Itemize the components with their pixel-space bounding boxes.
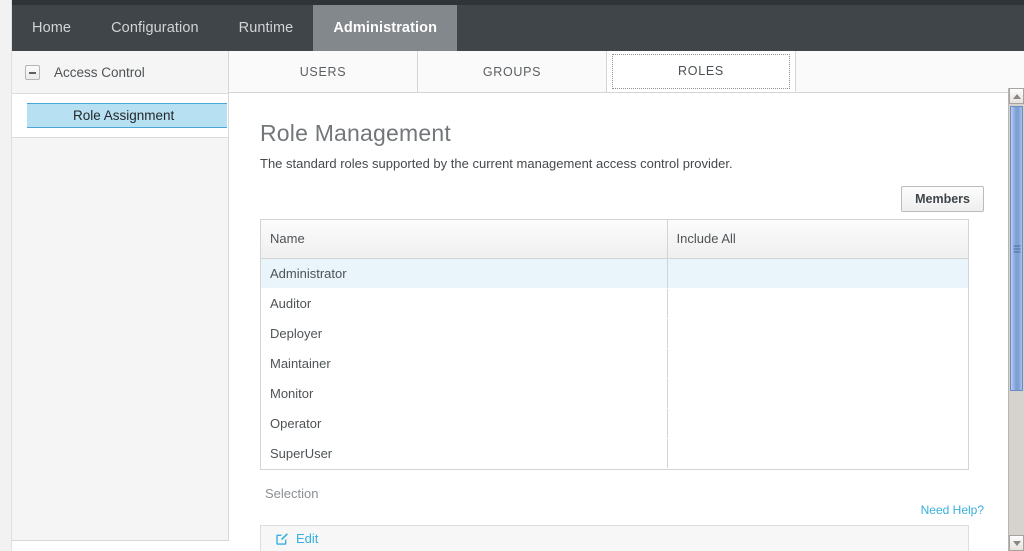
minus-box-icon[interactable]: [25, 64, 40, 80]
pencil-square-icon: [276, 532, 288, 545]
cell-include-all: [667, 438, 968, 469]
tab-label: ROLES: [678, 64, 724, 78]
selection-label: Selection: [265, 486, 319, 501]
nav-item-configuration[interactable]: Configuration: [91, 5, 219, 51]
tab-label: GROUPS: [482, 64, 542, 79]
nav-item-label: Administration: [333, 20, 438, 36]
vertical-scrollbar[interactable]: [1008, 88, 1024, 551]
tab-roles[interactable]: ROLES: [607, 51, 796, 92]
roles-table-head: Name Include All: [261, 220, 968, 259]
scrollbar-grip-icon: [1013, 243, 1020, 254]
need-help-link[interactable]: Need Help?: [921, 503, 984, 517]
edit-button[interactable]: Edit: [275, 531, 318, 546]
nav-item-runtime[interactable]: Runtime: [219, 5, 314, 51]
cell-role-name: Maintainer: [261, 348, 668, 379]
roles-table-body: Administrator Auditor Deployer Maintaine…: [261, 258, 968, 469]
table-row[interactable]: Deployer: [261, 318, 968, 349]
members-button[interactable]: Members: [901, 186, 984, 212]
cell-include-all: [667, 288, 968, 319]
table-row[interactable]: Operator: [261, 408, 968, 439]
cell-include-all: [667, 408, 968, 439]
cell-role-name: Operator: [261, 408, 668, 439]
page-title: Role Management: [260, 120, 451, 146]
column-header-include-all[interactable]: Include All: [667, 220, 968, 259]
cell-role-name: Administrator: [261, 258, 668, 289]
page-description: The standard roles supported by the curr…: [260, 156, 733, 171]
sidebar-item-label: Role Assignment: [73, 108, 175, 123]
members-button-label: Members: [915, 192, 970, 206]
management-console-page: Home Configuration Runtime Administratio…: [0, 0, 1024, 551]
cell-role-name: SuperUser: [261, 438, 668, 469]
table-row[interactable]: Auditor: [261, 288, 968, 319]
tab-groups[interactable]: GROUPS: [418, 51, 607, 92]
table-row[interactable]: Monitor: [261, 378, 968, 409]
cell-include-all: [667, 318, 968, 349]
scrollbar-thumb[interactable]: [1010, 106, 1023, 391]
tab-label: USERS: [299, 64, 347, 79]
cell-include-all: [667, 258, 968, 289]
nav-item-administration[interactable]: Administration: [313, 5, 458, 51]
edit-toolbar: Edit: [260, 525, 969, 551]
chevron-down-icon: [1012, 540, 1021, 546]
cell-role-name: Monitor: [261, 378, 668, 409]
sidebar-item-list: Role Assignment: [12, 94, 228, 138]
cell-include-all: [667, 378, 968, 409]
nav-item-home[interactable]: Home: [12, 5, 91, 51]
table-header-row: Name Include All: [261, 220, 968, 259]
tab-users[interactable]: USERS: [229, 51, 418, 92]
roles-table: Name Include All Administrator Auditor D…: [261, 220, 968, 469]
roles-table-container: Name Include All Administrator Auditor D…: [260, 219, 969, 470]
table-row[interactable]: Maintainer: [261, 348, 968, 379]
cell-include-all: [667, 348, 968, 379]
tab-bar-filler: [796, 51, 1024, 92]
table-row[interactable]: Administrator: [261, 258, 968, 289]
scroll-up-button[interactable]: [1009, 88, 1024, 104]
nav-item-label: Runtime: [238, 20, 294, 36]
table-row[interactable]: SuperUser: [261, 438, 968, 469]
nav-item-label: Configuration: [111, 20, 199, 36]
tab-bar: USERS GROUPS ROLES: [229, 51, 1024, 93]
main-nav: Home Configuration Runtime Administratio…: [12, 5, 458, 51]
sidebar: Access Control Role Assignment: [12, 51, 229, 541]
need-help-label: Need Help?: [920, 503, 984, 517]
sidebar-section-label: Access Control: [54, 64, 145, 80]
chevron-up-icon: [1012, 93, 1021, 99]
cell-role-name: Auditor: [261, 288, 668, 319]
nav-item-label: Home: [32, 20, 72, 36]
main-content: Role Management The standard roles suppo…: [229, 93, 1024, 551]
left-gutter: [0, 0, 12, 551]
cell-role-name: Deployer: [261, 318, 668, 349]
sidebar-item-role-assignment[interactable]: Role Assignment: [27, 103, 227, 128]
column-header-name[interactable]: Name: [261, 220, 668, 259]
edit-button-label: Edit: [296, 531, 319, 546]
scroll-down-button[interactable]: [1009, 535, 1024, 551]
top-navigation-bar: Home Configuration Runtime Administratio…: [12, 0, 1024, 51]
sidebar-section-access-control[interactable]: Access Control: [12, 51, 228, 94]
